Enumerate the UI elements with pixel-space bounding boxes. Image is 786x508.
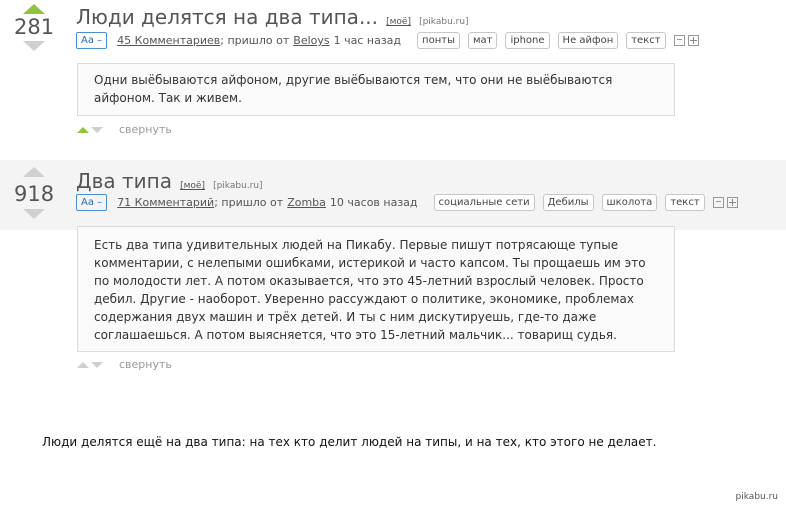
story-meta: Aa – 71 Комментарий ; пришло от Zomba 10… [76,194,738,211]
tag[interactable]: текст [626,32,666,49]
source-domain: [pikabu.ru] [419,17,469,27]
story-controls: свернуть [77,123,172,136]
story-2: 918 Два типа [моё] [pikabu.ru] Aa – 71 К… [0,160,786,371]
my-story-link[interactable]: [моё] [180,181,205,191]
upvote-small-icon[interactable] [77,126,89,133]
rating-score: 281 [14,15,55,39]
title-row: Два типа [моё] [pikabu.ru] [76,169,263,193]
expand-plus-icon[interactable] [687,35,699,46]
tag[interactable]: текст [665,194,705,211]
story-text: Есть два типа удивительных людей на Пика… [77,226,675,352]
collapse-link[interactable]: свернуть [119,123,172,136]
upvote-arrow-icon[interactable] [23,4,45,14]
tag[interactable]: Не айфон [557,32,619,49]
downvote-arrow-icon[interactable] [23,209,45,219]
story-text: Одни выёбываются айфоном, другие выёбыва… [77,63,675,116]
story-header: 918 Два типа [моё] [pikabu.ru] Aa – 71 К… [0,160,786,230]
tag[interactable]: iphone [505,32,550,49]
rating-score: 918 [14,182,55,206]
tag[interactable]: социальные сети [433,194,535,211]
author-link[interactable]: Beloys [293,34,329,47]
expand-plus-icon[interactable] [726,197,738,208]
downvote-small-icon[interactable] [91,361,103,368]
story-header: 281 Люди делятся на два типа... [моё] [p… [0,0,786,60]
tag-list: понты мат iphone Не айфон текст [417,32,666,49]
collapse-link[interactable]: свернуть [119,358,172,371]
save-icon[interactable] [673,35,685,46]
my-story-link[interactable]: [моё] [386,17,411,27]
title-row: Люди делятся на два типа... [моё] [pikab… [76,5,469,29]
upvote-small-icon[interactable] [77,361,89,368]
upvote-arrow-icon[interactable] [23,167,45,177]
from-label: ; пришло от [220,34,290,47]
vote-block: 281 [14,4,54,51]
font-size-toggle[interactable]: Aa – [76,32,108,49]
tag[interactable]: Дебилы [542,194,594,211]
comments-link[interactable]: 71 Комментарий [117,196,214,209]
downvote-arrow-icon[interactable] [23,41,45,51]
story-meta: Aa – 45 Комментариев ; пришло от Beloys … [76,32,699,49]
from-label: ; пришло от [214,196,284,209]
font-size-toggle[interactable]: Aa – [76,194,108,211]
save-icon[interactable] [712,197,724,208]
tag[interactable]: мат [467,32,498,49]
watermark: pikabu.ru [735,492,778,502]
tag-list: социальные сети Дебилы школота текст [433,194,705,211]
tag[interactable]: понты [417,32,460,49]
story-1: 281 Люди делятся на два типа... [моё] [p… [0,0,786,136]
story-title[interactable]: Два типа [76,169,172,193]
comments-link[interactable]: 45 Комментариев [117,34,220,47]
vote-block: 918 [14,167,54,219]
author-link[interactable]: Zomba [287,196,326,209]
tag[interactable]: школота [601,194,658,211]
post-time: 10 часов назад [329,196,418,209]
downvote-small-icon[interactable] [91,126,103,133]
caption-text: Люди делятся ещё на два типа: на тех кто… [42,435,657,449]
story-controls: свернуть [77,358,172,371]
story-title[interactable]: Люди делятся на два типа... [76,5,378,29]
source-domain: [pikabu.ru] [213,181,263,191]
post-time: 1 час назад [333,34,402,47]
